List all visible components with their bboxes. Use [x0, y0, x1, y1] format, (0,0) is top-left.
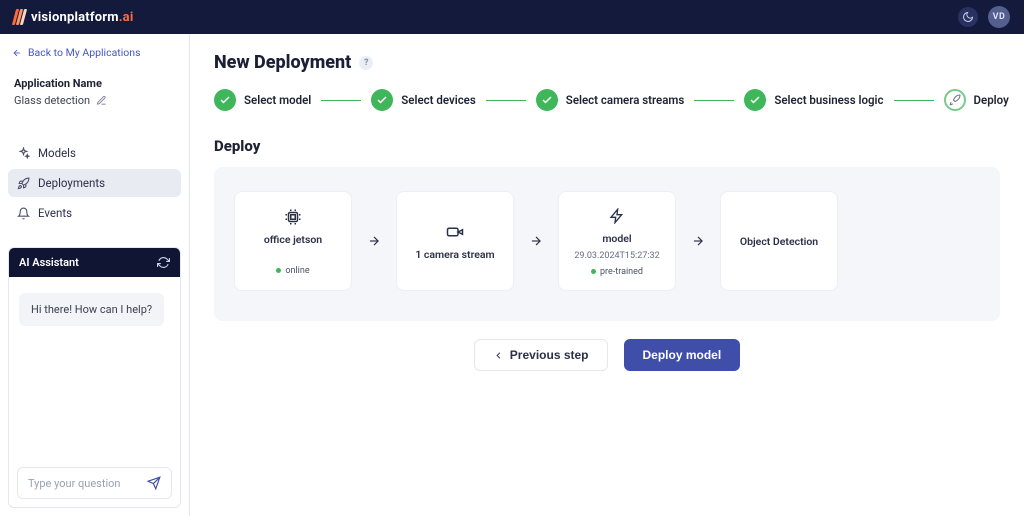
deploy-card-row: office jetson online 1 camera stream: [234, 191, 980, 291]
step-select-model[interactable]: Select model: [214, 89, 311, 111]
step-select-business-logic[interactable]: Select business logic: [744, 89, 883, 111]
step-select-devices[interactable]: Select devices: [371, 89, 476, 111]
rocket-icon: [16, 177, 30, 190]
check-icon: [536, 89, 558, 111]
arrow-right-icon: [528, 233, 544, 249]
bell-icon: [16, 207, 30, 220]
sparkle-icon: [16, 147, 30, 160]
section-title: Deploy: [214, 137, 1000, 155]
ai-assistant-title: AI Assistant: [19, 256, 79, 269]
ai-assistant-greeting: Hi there! How can I help?: [19, 293, 164, 326]
button-row: Previous step Deploy model: [214, 339, 1000, 371]
card-subtitle: 29.03.2024T15:27:32: [574, 251, 659, 261]
step-connector: [894, 100, 934, 101]
arrow-right-icon: [690, 233, 706, 249]
theme-toggle-icon[interactable]: [958, 7, 978, 27]
application-name-label: Application Name: [14, 77, 175, 90]
bolt-icon: [609, 206, 625, 226]
card-status: online: [276, 266, 309, 276]
card-title: Object Detection: [740, 235, 818, 248]
brand-logo-icon: [14, 9, 25, 25]
step-label: Deploy: [974, 93, 1009, 107]
sidebar: Back to My Applications Application Name…: [0, 34, 190, 516]
check-icon: [371, 89, 393, 111]
ai-assistant-placeholder: Type your question: [28, 477, 121, 490]
step-connector: [321, 100, 361, 101]
step-label: Select model: [244, 93, 311, 107]
user-initials: VD: [993, 12, 1006, 22]
step-deploy[interactable]: Deploy: [944, 89, 1009, 111]
sidebar-item-label: Deployments: [38, 176, 105, 190]
previous-step-button[interactable]: Previous step: [474, 339, 608, 371]
send-icon[interactable]: [147, 476, 161, 490]
check-icon: [214, 89, 236, 111]
help-icon[interactable]: ?: [359, 56, 373, 70]
application-name-value: Glass detection: [14, 94, 90, 107]
button-label: Deploy model: [643, 348, 722, 362]
step-select-camera-streams[interactable]: Select camera streams: [536, 89, 685, 111]
ai-assistant-header: AI Assistant: [9, 248, 180, 277]
card-business-logic[interactable]: Object Detection: [720, 191, 838, 291]
sidebar-item-label: Events: [38, 206, 72, 220]
step-label: Select devices: [401, 93, 476, 107]
main-content: New Deployment ? Select model Select dev…: [190, 34, 1024, 516]
card-device[interactable]: office jetson online: [234, 191, 352, 291]
sidebar-item-label: Models: [38, 146, 76, 160]
ai-assistant-body: Hi there! How can I help?: [9, 277, 180, 459]
topbar: visionplatform.ai VD: [0, 0, 1024, 34]
back-link-label: Back to My Applications: [28, 46, 141, 59]
user-avatar[interactable]: VD: [988, 6, 1010, 28]
card-model[interactable]: model 29.03.2024T15:27:32 pre-trained: [558, 191, 676, 291]
edit-icon[interactable]: [96, 95, 107, 106]
step-connector: [486, 100, 526, 101]
application-name-box: Application Name Glass detection: [8, 69, 181, 111]
sidebar-item-deployments[interactable]: Deployments: [8, 169, 181, 197]
arrow-left-icon: [12, 48, 22, 58]
chevron-left-icon: [493, 350, 504, 361]
step-label: Select camera streams: [566, 93, 685, 107]
brand-text: visionplatform.ai: [31, 10, 133, 25]
arrow-right-icon: [366, 233, 382, 249]
card-status: pre-trained: [591, 267, 643, 277]
button-label: Previous step: [510, 348, 589, 362]
stepper: Select model Select devices Select camer…: [214, 89, 1000, 111]
ai-assistant-panel: AI Assistant Hi there! How can I help? T…: [8, 247, 181, 508]
camera-icon: [446, 222, 464, 242]
deploy-panel: office jetson online 1 camera stream: [214, 167, 1000, 321]
back-link[interactable]: Back to My Applications: [8, 42, 181, 63]
step-connector: [694, 100, 734, 101]
page-title: New Deployment: [214, 52, 351, 73]
card-title: 1 camera stream: [415, 248, 494, 261]
sidebar-item-events[interactable]: Events: [8, 199, 181, 227]
page-title-row: New Deployment ?: [214, 52, 1000, 73]
step-label: Select business logic: [774, 93, 883, 107]
sidebar-item-models[interactable]: Models: [8, 139, 181, 167]
cpu-icon: [284, 207, 302, 227]
ai-assistant-input[interactable]: Type your question: [17, 467, 172, 499]
brand[interactable]: visionplatform.ai: [14, 9, 133, 25]
sidebar-nav: Models Deployments Events: [8, 139, 181, 227]
card-stream[interactable]: 1 camera stream: [396, 191, 514, 291]
refresh-icon[interactable]: [157, 256, 170, 269]
card-title: office jetson: [264, 233, 322, 246]
deploy-model-button[interactable]: Deploy model: [624, 339, 741, 371]
card-title: model: [602, 232, 631, 245]
rocket-icon: [944, 89, 966, 111]
check-icon: [744, 89, 766, 111]
